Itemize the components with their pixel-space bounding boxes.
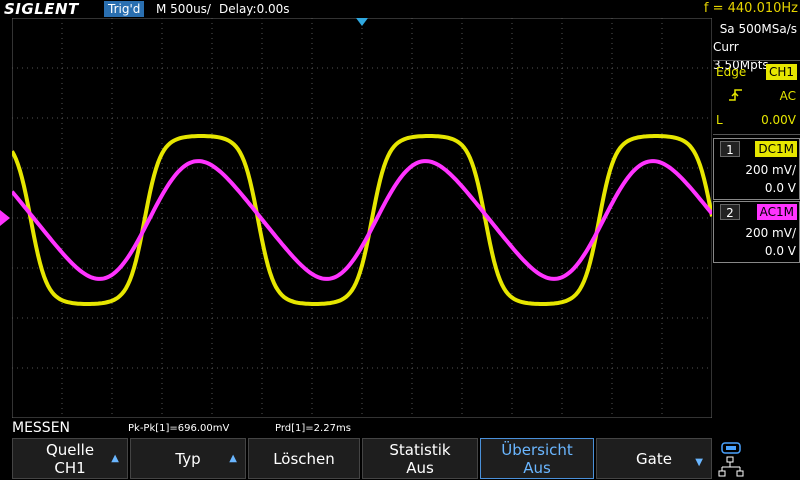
gate-softkey-label: Gate xyxy=(636,449,672,468)
trigger-status-badge: Trig'd xyxy=(104,1,145,17)
ch1-scale: 200 mV/ xyxy=(745,163,796,177)
statistics-softkey[interactable]: Statistik Aus xyxy=(362,438,478,479)
source-softkey-label: Quelle xyxy=(45,440,95,459)
frequency-readout: f = 440.010Hz xyxy=(703,1,798,16)
type-softkey-label: Typ xyxy=(175,449,201,468)
source-softkey[interactable]: Quelle CH1 ▲ xyxy=(12,438,128,479)
statistics-softkey-value: Aus xyxy=(406,458,434,477)
waveform-display[interactable] xyxy=(12,18,712,418)
ch2-scale: 200 mV/ xyxy=(745,226,796,240)
ch1-coupling: DC1M xyxy=(755,141,797,157)
source-softkey-value: CH1 xyxy=(54,458,86,477)
sample-rate: Sa 500MSa/s xyxy=(719,22,797,36)
ch2-info-card[interactable]: 2 AC1M 200 mV/ 0.0 V xyxy=(713,201,800,263)
ch1-number: 1 xyxy=(720,141,740,157)
brand-logo: SIGLENT xyxy=(4,0,79,18)
delay-readout: Delay:0.00s xyxy=(219,2,290,16)
pkpk-measurement: Pk-Pk[1]=696.00mV xyxy=(128,423,230,434)
statistics-softkey-label: Statistik xyxy=(389,440,451,459)
down-arrow-icon: ▼ xyxy=(695,457,703,468)
trigger-level-label: L xyxy=(716,113,723,127)
up-arrow-icon: ▲ xyxy=(111,453,119,464)
up-arrow-icon: ▲ xyxy=(229,453,237,464)
trigger-coupling: AC xyxy=(779,89,796,103)
rising-edge-icon xyxy=(729,89,742,101)
trigger-source[interactable]: CH1 xyxy=(766,64,798,80)
overview-softkey-value: Aus xyxy=(523,458,551,477)
status-bar: SIGLENT Trig'd M 500us/ Delay:0.00s f = … xyxy=(0,0,800,18)
overview-softkey[interactable]: Übersicht Aus xyxy=(480,438,594,479)
status-icons xyxy=(718,442,744,477)
measure-menu-title: MESSEN xyxy=(12,420,71,436)
trigger-level: 0.00V xyxy=(761,113,796,127)
clear-softkey-label: Löschen xyxy=(273,449,335,468)
timebase-readout: M 500us/ xyxy=(156,2,211,16)
type-softkey[interactable]: Typ ▲ xyxy=(130,438,246,479)
trigger-type[interactable]: Edge xyxy=(716,63,746,81)
clear-softkey[interactable]: Löschen xyxy=(248,438,360,479)
ch1-offset: 0.0 V xyxy=(764,181,796,195)
ch2-coupling: AC1M xyxy=(756,204,797,220)
channel-offset-marker[interactable] xyxy=(0,210,12,226)
ch1-info-card[interactable]: 1 DC1M 200 mV/ 0.0 V xyxy=(713,138,800,200)
network-icon xyxy=(718,456,744,477)
period-measurement: Prd[1]=2.27ms xyxy=(275,423,351,434)
ch2-offset: 0.0 V xyxy=(764,244,796,258)
usb-icon-fill xyxy=(726,446,736,450)
gate-softkey[interactable]: Gate ▼ xyxy=(596,438,712,479)
ch2-number: 2 xyxy=(720,204,740,220)
overview-softkey-label: Übersicht xyxy=(501,440,573,459)
